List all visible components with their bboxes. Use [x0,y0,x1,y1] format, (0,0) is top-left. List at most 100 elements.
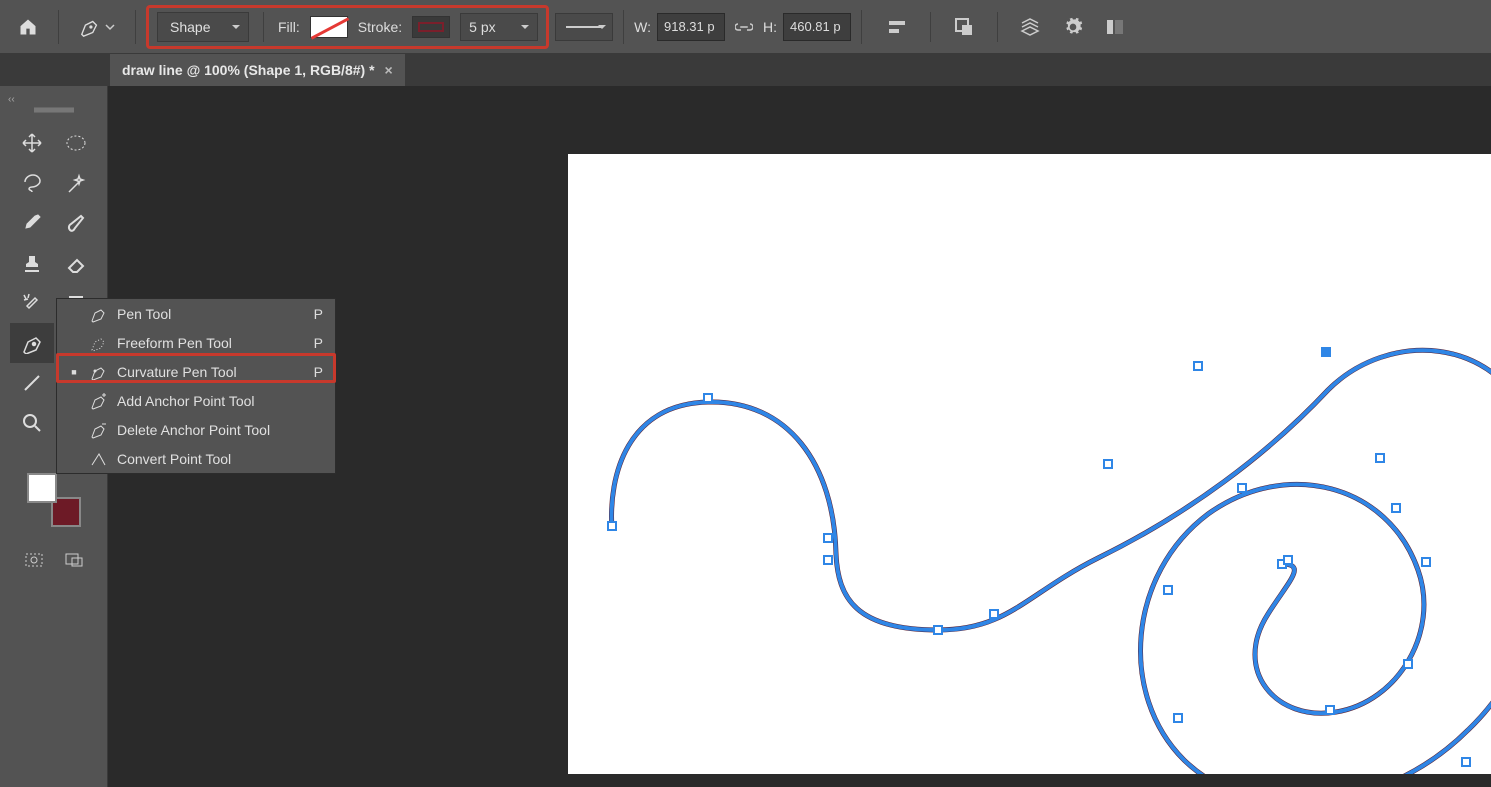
anchor-point[interactable] [607,521,617,531]
flyout-label: Freeform Pen Tool [117,335,304,351]
gear-button[interactable] [1060,14,1086,40]
flyout-label: Add Anchor Point Tool [117,393,313,409]
pen-tool[interactable] [10,323,54,363]
anchor-point[interactable] [823,555,833,565]
anchor-point[interactable] [823,533,833,543]
extra-options-button[interactable] [1102,14,1128,40]
align-edges-button[interactable] [884,14,910,40]
close-tab-button[interactable]: × [385,62,393,78]
width-field[interactable] [657,13,725,41]
eraser-tool[interactable] [54,243,98,283]
brush-icon [65,212,87,234]
home-icon [17,17,39,37]
lasso-tool[interactable] [10,163,54,203]
anchor-point[interactable] [1193,361,1203,371]
line-tool[interactable] [10,363,54,403]
flyout-shortcut: P [314,364,323,380]
flyout-item-pen[interactable]: Pen ToolP [57,299,335,328]
align-icon [887,17,907,37]
stroke-swatch[interactable] [412,16,450,38]
anchor-point[interactable] [1421,557,1431,567]
anchor-point[interactable] [1163,585,1173,595]
wand-icon [65,172,87,194]
stroke-style-dropdown[interactable] [555,13,613,41]
screen-icon [64,550,84,570]
flyout-item-freeform-pen[interactable]: Freeform Pen ToolP [57,328,335,357]
link-dimensions-button[interactable] [731,17,757,37]
pen-icon [79,16,101,38]
flyout-shortcut: P [314,306,323,322]
anchor-point[interactable] [1391,503,1401,513]
stroke-width-value: 5 px [469,19,495,35]
color-swatches[interactable] [27,473,81,527]
arrange-button[interactable] [1018,14,1044,40]
healing-tool[interactable] [10,283,54,323]
flyout-item-delete-anchor[interactable]: Delete Anchor Point Tool [57,415,335,444]
path-operations-button[interactable] [951,14,977,40]
foreground-color[interactable] [27,473,57,503]
quick-mask-button[interactable] [21,547,47,573]
options-bar: Shape Fill: Stroke: 5 px W: H: [0,0,1491,54]
tool-preset-picker[interactable] [69,9,125,45]
anchor-point[interactable] [1325,705,1335,715]
canvas[interactable] [568,154,1491,774]
gear-icon [1063,17,1083,37]
screen-mode-button[interactable] [61,547,87,573]
anchor-point[interactable] [989,609,999,619]
flyout-label: Curvature Pen Tool [117,364,304,380]
anchor-point[interactable] [1237,483,1247,493]
separator [623,10,624,44]
document-tab-bar: draw line @ 100% (Shape 1, RGB/8#) * × [0,54,1491,86]
separator [997,12,998,42]
path-ops-icon [954,17,974,37]
fill-label: Fill: [278,19,300,35]
collapse-handle[interactable]: ‹‹ [8,94,15,105]
eyedropper-tool[interactable] [10,203,54,243]
anchor-point[interactable] [1103,459,1113,469]
add-anchor-icon [89,392,107,410]
shape-path[interactable] [568,154,1491,774]
line-icon [21,372,43,394]
stamp-tool[interactable] [10,243,54,283]
eraser-icon [65,252,87,274]
healing-icon [21,292,43,314]
flyout-item-add-anchor[interactable]: Add Anchor Point Tool [57,386,335,415]
anchor-point[interactable] [933,625,943,635]
zoom-tool[interactable] [10,403,54,443]
panel-grip[interactable] [27,107,81,117]
anchor-point[interactable] [1321,347,1331,357]
anchor-point[interactable] [1461,757,1471,767]
anchor-point[interactable] [703,393,713,403]
flyout-label: Convert Point Tool [117,451,313,467]
home-button[interactable] [8,9,48,45]
move-tool[interactable] [10,123,54,163]
flyout-item-convert-point[interactable]: Convert Point Tool [57,444,335,473]
stroke-width-field[interactable]: 5 px [460,13,538,41]
brush-tool[interactable] [54,203,98,243]
document-tab-title: draw line @ 100% (Shape 1, RGB/8#) * [122,62,375,78]
tool-mode-dropdown[interactable]: Shape [157,12,249,42]
separator [930,12,931,42]
magic-wand-tool[interactable] [54,163,98,203]
link-icon [735,20,753,34]
flyout-item-curvature-pen[interactable]: ■Curvature Pen ToolP [57,357,335,386]
anchor-point[interactable] [1375,453,1385,463]
height-field[interactable] [783,13,851,41]
anchor-point[interactable] [1173,713,1183,723]
anchor-point[interactable] [1283,555,1293,565]
marquee-tool[interactable] [54,123,98,163]
document-tab[interactable]: draw line @ 100% (Shape 1, RGB/8#) * × [110,54,405,86]
eyedropper-icon [21,212,43,234]
fill-swatch[interactable] [310,16,348,38]
pen-icon [21,332,43,354]
pen-tool-flyout: Pen ToolP Freeform Pen ToolP ■Curvature … [56,298,336,474]
chevron-down-icon [105,22,115,32]
anchor-point[interactable] [1403,659,1413,669]
separator [861,10,862,44]
curvature-pen-icon [89,363,107,381]
tool-mode-label: Shape [170,19,210,35]
width-label: W: [634,19,651,35]
lasso-icon [21,172,43,194]
flyout-label: Delete Anchor Point Tool [117,422,313,438]
delete-anchor-icon [89,421,107,439]
